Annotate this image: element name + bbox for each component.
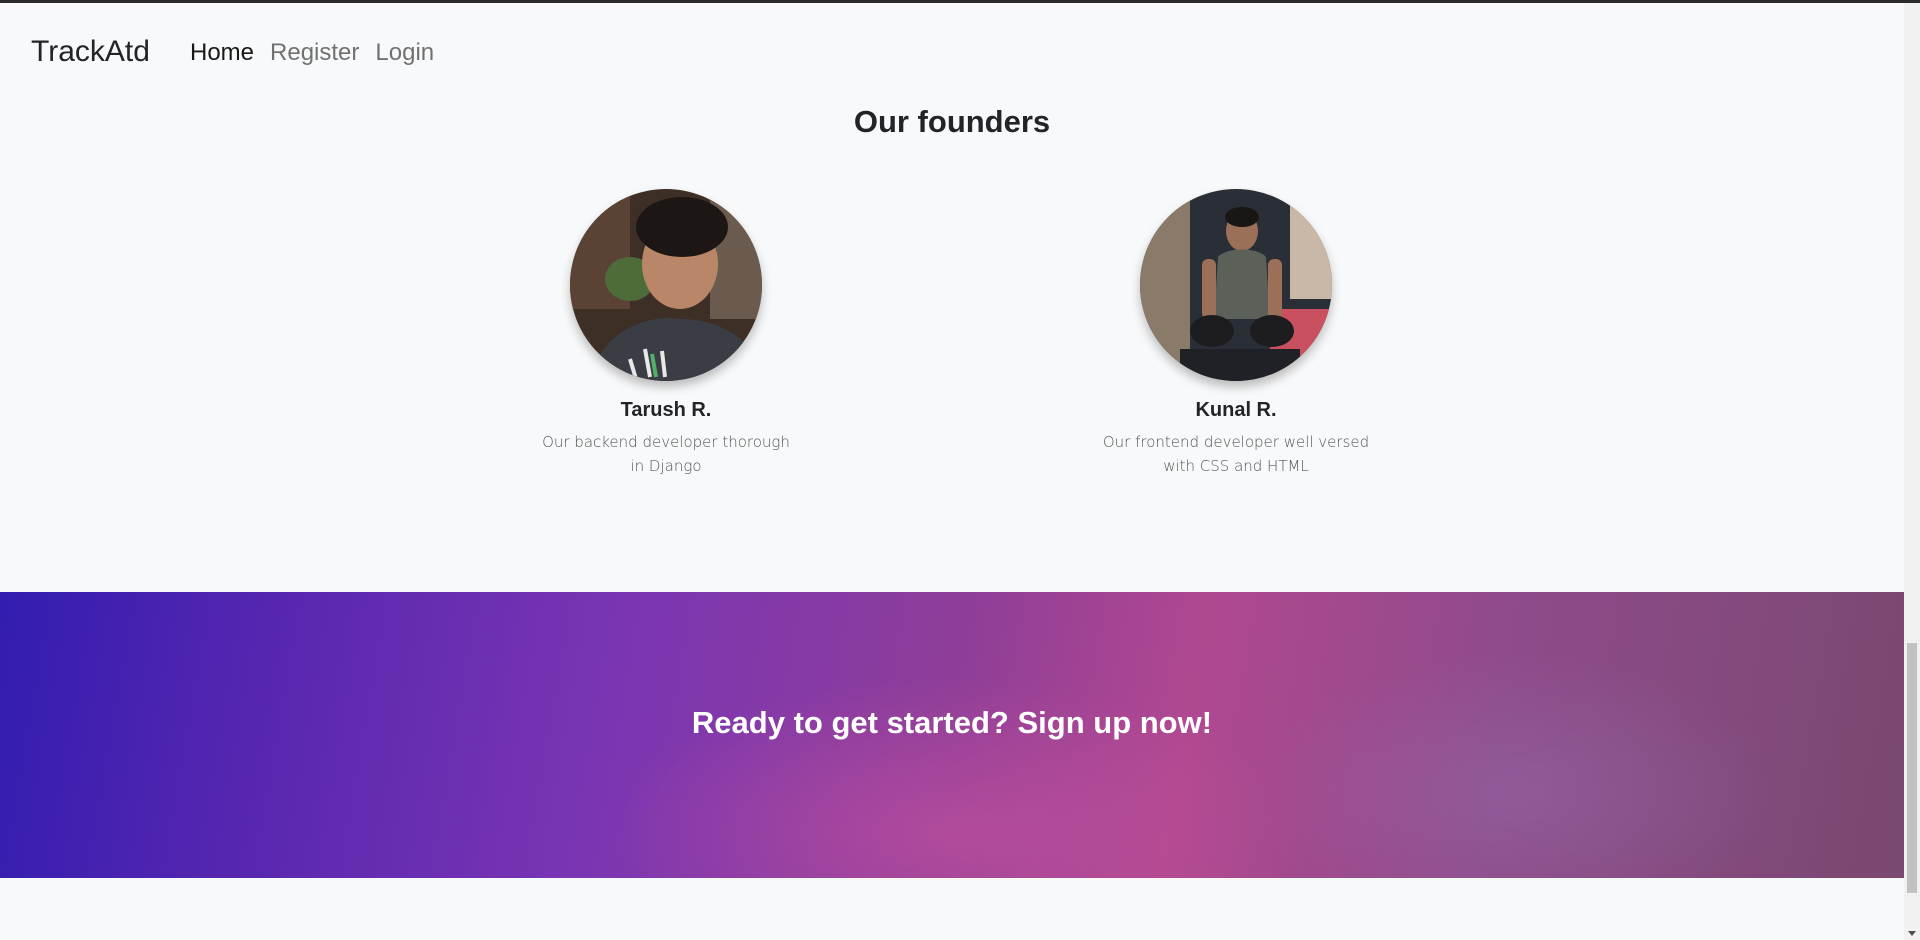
founder-description: Our backend developer thorough in Django: [542, 433, 790, 475]
nav-links: Home Register Login: [190, 39, 434, 67]
founder-name: Kunal R.: [1195, 399, 1277, 421]
page: TrackAtd Home Register Login Our founder…: [0, 3, 1904, 940]
nav-link-home[interactable]: Home: [190, 39, 254, 67]
founder-card-kunal: Kunal R. Our frontend developer well ver…: [1086, 189, 1386, 478]
brand-link[interactable]: TrackAtd: [31, 35, 150, 69]
founder-photo-tarush: [570, 189, 762, 381]
founder-avatar-tarush: [570, 189, 762, 381]
founder-avatar-kunal: [1140, 189, 1332, 381]
scroll-down-arrow-icon[interactable]: [1908, 931, 1916, 936]
founder-card-tarush: Tarush R. Our backend developer thorough…: [516, 189, 816, 478]
founder-name: Tarush R.: [620, 399, 712, 421]
vertical-scrollbar[interactable]: [1904, 3, 1920, 940]
signup-cta-banner: Ready to get started? Sign up now!: [0, 592, 1904, 878]
nav-link-login[interactable]: Login: [375, 39, 434, 67]
cta-title: Ready to get started? Sign up now!: [691, 705, 1213, 740]
founder-description: Our frontend developer well versed with …: [1102, 433, 1370, 475]
founders-title: Our founders: [853, 104, 1051, 139]
scrollbar-thumb[interactable]: [1907, 643, 1917, 893]
navbar: TrackAtd Home Register Login: [0, 3, 1904, 99]
nav-link-register[interactable]: Register: [270, 39, 359, 67]
founder-photo-kunal: [1140, 189, 1332, 381]
